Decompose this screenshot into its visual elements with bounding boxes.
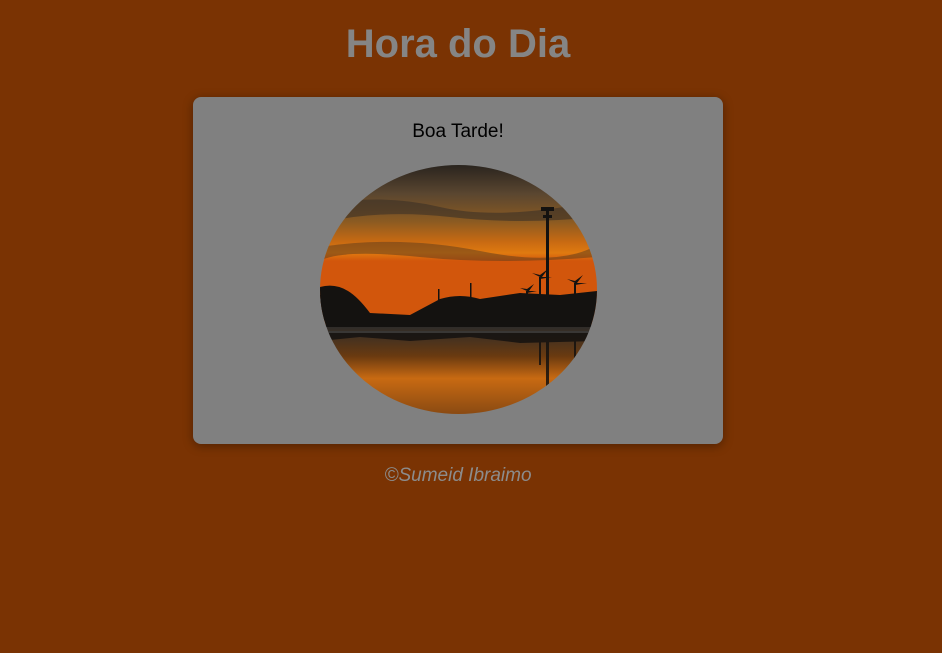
greeting-text: Boa Tarde!: [412, 121, 504, 142]
greeting-card: Boa Tarde!: [193, 97, 723, 444]
footer-credit: ©Sumeid Ibraimo: [384, 465, 532, 486]
page-title: Hora do Dia: [345, 22, 571, 66]
sunset-photo: [320, 165, 597, 414]
